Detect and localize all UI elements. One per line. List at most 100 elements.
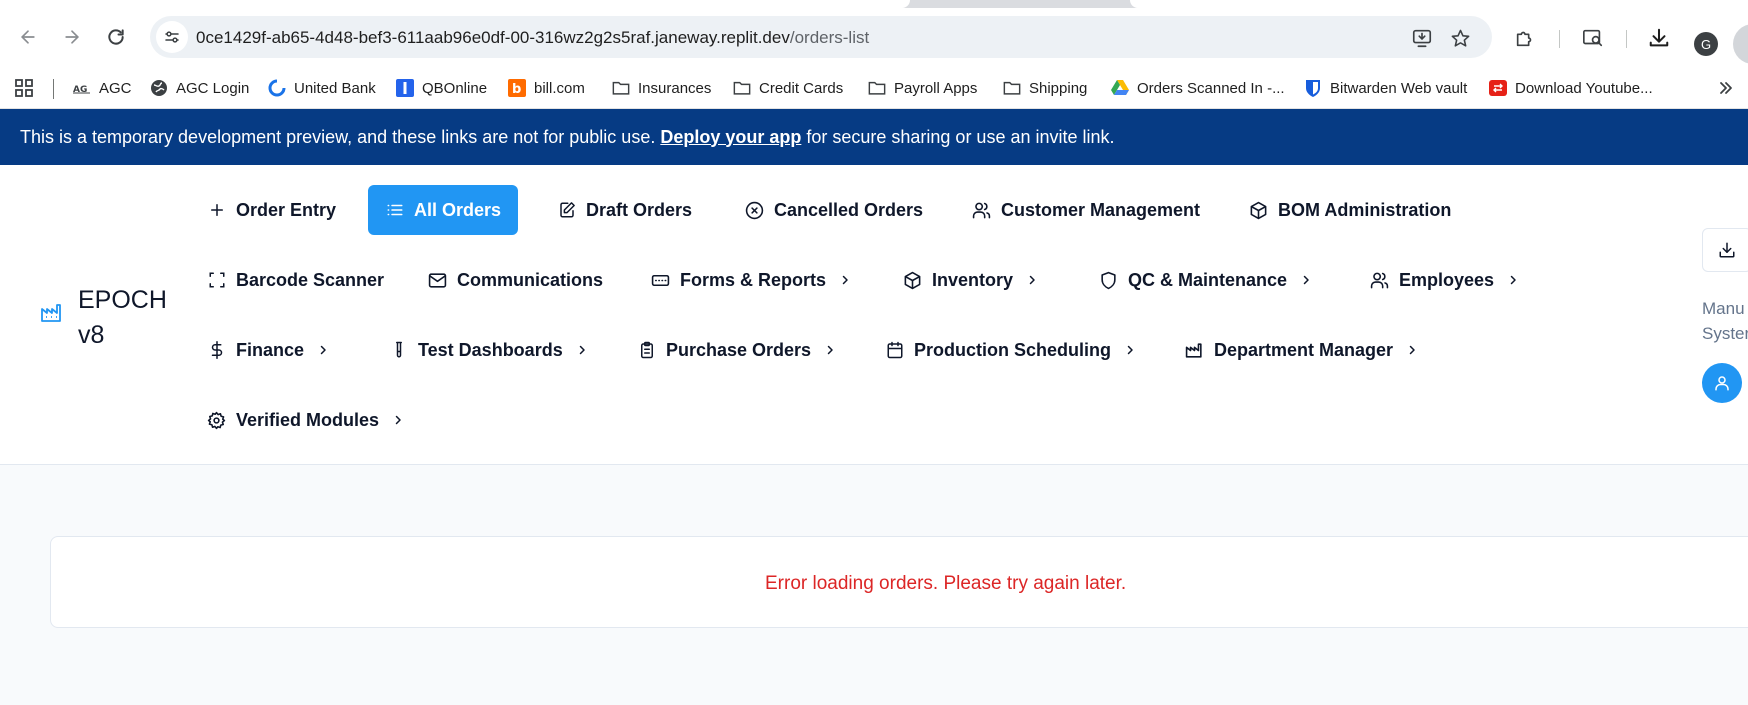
nav-all-orders[interactable]: All Orders (368, 185, 519, 235)
download-icon (1649, 28, 1669, 47)
profile-avatar[interactable]: G (1694, 32, 1718, 56)
bookmark-bill[interactable]: b bill.com (508, 78, 585, 98)
system-label-line: Manu (1702, 299, 1745, 318)
extensions-button[interactable] (1511, 24, 1539, 52)
nav-label: Purchase Orders (666, 339, 812, 360)
nav-forms-reports[interactable]: Forms & Reports (634, 255, 869, 305)
nav-inventory[interactable]: Inventory (886, 255, 1056, 305)
nav-label: Forms & Reports (680, 269, 827, 290)
error-message: Error loading orders. Please try again l… (765, 573, 1127, 594)
orders-error-card: Error loading orders. Please try again l… (50, 536, 1748, 628)
chevron-right-icon (838, 273, 852, 287)
scan-icon (207, 271, 226, 290)
nav-label: Cancelled Orders (774, 199, 924, 220)
drive-icon (1111, 79, 1129, 97)
chevron-right-icon (1025, 273, 1039, 287)
bookmark-united-bank[interactable]: United Bank (268, 78, 376, 98)
nav-purchase-orders[interactable]: Purchase Orders (620, 325, 854, 375)
dev-preview-banner: This is a temporary development preview,… (0, 109, 1748, 165)
other-tab[interactable] (1130, 0, 1748, 8)
apps-button[interactable] (14, 78, 34, 98)
nav-label: Production Scheduling (914, 339, 1111, 360)
nav-label: All Orders (414, 199, 502, 220)
tab-search-button[interactable] (1579, 24, 1607, 52)
forward-button[interactable] (57, 22, 87, 52)
chevron-right-icon (1299, 273, 1313, 287)
nav-label: Draft Orders (586, 199, 693, 220)
tab-search-icon (1583, 29, 1603, 47)
x-circle-icon (745, 201, 764, 220)
arrow-left-icon (21, 30, 35, 44)
factory-icon (1185, 341, 1204, 360)
nav-production-scheduling[interactable]: Production Scheduling (868, 325, 1154, 375)
bookmark-label: AGC (99, 79, 132, 97)
more-bookmarks-button[interactable] (1718, 78, 1734, 98)
bookmark-qbonline[interactable]: QBOnline (396, 78, 487, 98)
system-label: Manu Syster (1702, 296, 1748, 346)
nav-verified-modules[interactable]: Verified Modules (190, 395, 422, 445)
nav-communications[interactable]: Communications (411, 255, 620, 305)
bookmark-orders-scanned[interactable]: Orders Scanned In -... (1111, 78, 1285, 98)
nav-customer-management[interactable]: Customer Management (955, 185, 1217, 235)
mail-icon (428, 271, 447, 290)
bookmark-folder-shipping[interactable]: Shipping (1003, 78, 1087, 98)
agc-logo-icon: AG (73, 79, 91, 97)
banner-text: This is a temporary development preview,… (20, 126, 656, 147)
download-icon (1719, 242, 1735, 258)
address-bar[interactable]: 0ce1429f-ab65-4d48-bef3-611aab96e0df-00-… (150, 16, 1492, 58)
bookmark-folder-payroll-apps[interactable]: Payroll Apps (868, 78, 977, 98)
deploy-app-link[interactable]: Deploy your app (660, 127, 801, 148)
nav-department-manager[interactable]: Department Manager (1168, 325, 1436, 375)
dollar-icon (207, 341, 226, 360)
bookmark-youtube-download[interactable]: Download Youtube... (1489, 78, 1653, 98)
bookmarks-divider (53, 79, 54, 99)
toolbar-divider (1626, 30, 1627, 48)
united-bank-logo-icon (268, 79, 286, 97)
globe-icon (150, 79, 168, 97)
nav-cancelled-orders[interactable]: Cancelled Orders (728, 185, 940, 235)
folder-icon (733, 79, 751, 97)
tab-strip (0, 0, 1748, 8)
folder-icon (868, 79, 886, 97)
install-app-button[interactable] (1410, 26, 1434, 50)
bookmark-folder-credit-cards[interactable]: Credit Cards (733, 78, 843, 98)
nav-finance[interactable]: Finance (190, 325, 347, 375)
bookmark-label: AGC Login (176, 79, 250, 97)
bookmark-label: Bitwarden Web vault (1330, 79, 1468, 97)
bookmark-folder-insurances[interactable]: Insurances (612, 78, 711, 98)
brand[interactable]: EPOCH v8 (40, 283, 168, 353)
downloads-button[interactable] (1645, 24, 1673, 52)
bookmark-agc-login[interactable]: AGC Login (150, 78, 249, 98)
bookmark-label: Orders Scanned In -... (1137, 79, 1285, 97)
package-icon (903, 271, 922, 290)
bookmark-label: bill.com (534, 79, 585, 97)
export-button[interactable] (1702, 228, 1748, 272)
bookmark-label: Shipping (1029, 79, 1088, 97)
site-info-button[interactable] (156, 21, 188, 53)
edit-icon (557, 201, 576, 220)
nav-test-dashboards[interactable]: Test Dashboards (372, 325, 606, 375)
bookmark-bitwarden[interactable]: Bitwarden Web vault (1304, 78, 1467, 98)
back-button[interactable] (13, 22, 43, 52)
nav-employees[interactable]: Employees (1353, 255, 1537, 305)
nav-bom-administration[interactable]: BOM Administration (1232, 185, 1468, 235)
nav-qc-maintenance[interactable]: QC & Maintenance (1082, 255, 1330, 305)
active-tab[interactable] (0, 0, 910, 8)
url-text[interactable]: 0ce1429f-ab65-4d48-bef3-611aab96e0df-00-… (196, 28, 869, 48)
plus-icon (207, 201, 226, 220)
nav-draft-orders[interactable]: Draft Orders (540, 185, 709, 235)
nav-label: Department Manager (1214, 339, 1394, 360)
bookmark-agc[interactable]: AG AGC (73, 78, 132, 98)
banner-text-after: for secure sharing or use an invite link… (806, 126, 1115, 147)
reload-button[interactable] (101, 22, 131, 52)
nav-label: BOM Administration (1278, 199, 1452, 220)
user-menu-button[interactable] (1702, 363, 1742, 403)
youtube-download-icon (1489, 79, 1507, 97)
nav-barcode-scanner[interactable]: Barcode Scanner (190, 255, 401, 305)
bookmark-star-button[interactable] (1448, 26, 1472, 50)
folder-icon (1003, 79, 1021, 97)
nav-order-entry[interactable]: Order Entry (190, 185, 353, 235)
url-path: /orders-list (789, 28, 870, 47)
chrome-menu-edge[interactable] (1733, 24, 1748, 64)
bookmark-label: United Bank (294, 79, 376, 97)
